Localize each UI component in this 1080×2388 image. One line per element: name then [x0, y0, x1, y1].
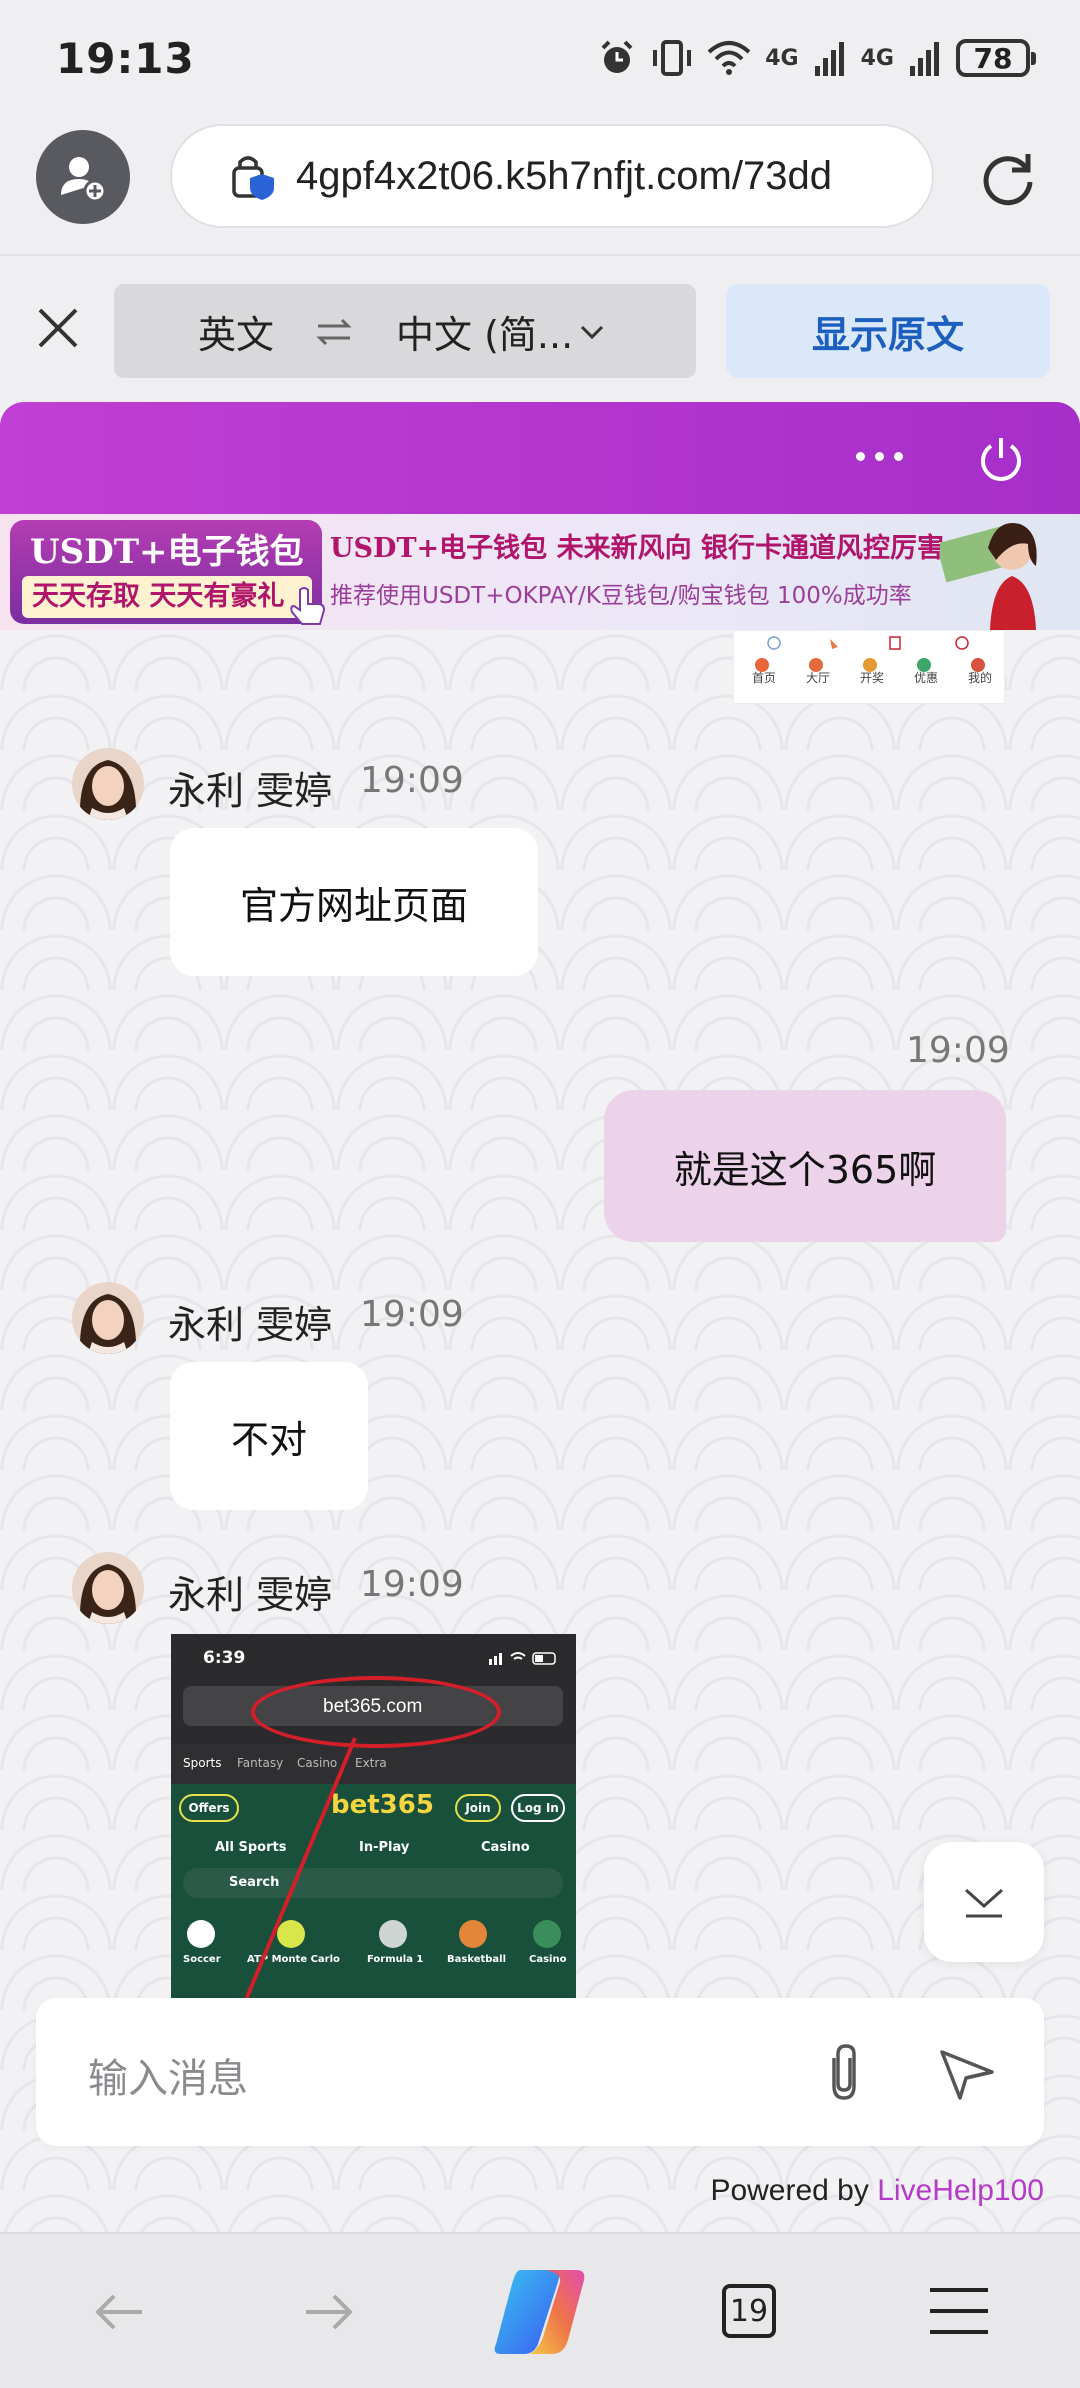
scroll-to-bottom-button[interactable]: [924, 1842, 1044, 1962]
battery-indicator: 78: [956, 39, 1036, 77]
avatar[interactable]: [72, 748, 144, 820]
message-input[interactable]: 输入消息: [36, 1998, 1044, 2146]
source-language[interactable]: 英文: [198, 304, 274, 359]
message-time: 19:09: [906, 1030, 1010, 1071]
url-field[interactable]: 4gpf4x2t06.k5h7nfjt.com/73dd: [170, 124, 934, 228]
mini-nav-item: 我的: [968, 671, 993, 685]
forward-arrow-icon[interactable]: [300, 2284, 356, 2340]
add-profile-icon: [61, 157, 107, 203]
back-arrow-icon[interactable]: [92, 2284, 148, 2340]
show-original-button[interactable]: 显示原文: [726, 284, 1050, 378]
avatar[interactable]: [72, 1282, 144, 1354]
status-bar: 19:13 4G 4G 78: [0, 0, 1080, 118]
mini-nav-item: 优惠: [914, 671, 939, 685]
network-type-1: 4G: [765, 45, 799, 71]
url-text[interactable]: 4gpf4x2t06.k5h7nfjt.com/73dd: [296, 154, 832, 199]
sender-name: 永利 雯婷: [168, 769, 333, 813]
chevron-down-icon[interactable]: [578, 318, 606, 346]
sender-name: 永利 雯婷: [168, 1573, 333, 1617]
message-time: 19:09: [360, 1564, 464, 1605]
banner-model-image: [940, 523, 1037, 630]
banner-left-line2: 天天存取 天天有豪礼: [22, 576, 312, 618]
chat-messages[interactable]: 首页 大厅 开奖 优惠 我的 永利 雯婷 19:09 官方网址页面 19:09 …: [0, 630, 1080, 2232]
browser-address-bar: 4gpf4x2t06.k5h7nfjt.com/73dd: [0, 118, 1080, 254]
site-lock-icon[interactable]: [228, 150, 280, 202]
banner-right-line2: 推荐使用USDT+OKPAY/K豆钱包/购宝钱包 100%成功率: [330, 583, 912, 609]
red-line-annotation: [243, 1737, 357, 2002]
power-icon[interactable]: [974, 432, 1028, 486]
image-message[interactable]: 6:39 bet365.com Sports Fantasy Casino Ex…: [171, 1634, 576, 2002]
mini-nav-preview: 首页 大厅 开奖 优惠 我的: [733, 630, 1005, 704]
message-time: 19:09: [360, 760, 464, 801]
hand-pointer-icon: [290, 587, 326, 625]
mini-nav-item: 首页: [752, 671, 777, 685]
target-language[interactable]: 中文 (简...: [396, 304, 573, 359]
mini-nav-item: 开奖: [860, 671, 885, 685]
incoming-message: 不对: [170, 1362, 368, 1510]
alarm-icon: [601, 40, 633, 73]
battery-level: 78: [973, 41, 1013, 75]
tab-switcher-button[interactable]: 19: [722, 2284, 776, 2338]
incoming-message: 官方网址页面: [170, 828, 538, 976]
outgoing-message: 就是这个365啊: [604, 1090, 1006, 1242]
status-time: 19:13: [56, 34, 195, 83]
powered-prefix: Powered by: [710, 2174, 878, 2207]
vibrate-icon: [653, 40, 692, 76]
more-options-icon[interactable]: [856, 452, 903, 461]
avatar[interactable]: [72, 1552, 144, 1624]
chat-header: [0, 402, 1080, 514]
banner-left-box: USDT+电子钱包 天天存取 天天有豪礼: [10, 520, 322, 624]
message-time: 19:09: [360, 1294, 464, 1335]
translate-bar: 英文 中文 (简... 显示原文: [0, 254, 1080, 402]
status-icons: 4G 4G 78: [597, 34, 1036, 82]
banner-right-line1: USDT+电子钱包 未来新风向 银行卡通道风控厉害: [330, 533, 944, 564]
copilot-icon[interactable]: [490, 2264, 590, 2358]
livehelp-link[interactable]: LiveHelp100: [877, 2174, 1044, 2207]
signal-icon: [814, 42, 844, 76]
ad-banner[interactable]: USDT+电子钱包 天天存取 天天有豪礼 USDT+电子钱包 未来新风向 银行卡…: [0, 514, 1080, 630]
send-icon[interactable]: [936, 2042, 998, 2104]
reload-icon[interactable]: [976, 146, 1040, 210]
sender-name: 永利 雯婷: [168, 1303, 333, 1347]
menu-icon[interactable]: [928, 2286, 990, 2336]
powered-by: Powered by LiveHelp100: [710, 2174, 1044, 2208]
signal-icon: [910, 42, 939, 76]
swap-icon[interactable]: [314, 312, 354, 352]
profile-button[interactable]: [36, 130, 130, 224]
language-selector[interactable]: 英文 中文 (简...: [114, 284, 696, 378]
tab-count: 19: [729, 2293, 769, 2329]
wifi-icon: [707, 41, 751, 75]
browser-bottom-nav: 19: [0, 2232, 1080, 2388]
message-input-placeholder[interactable]: 输入消息: [88, 2046, 248, 2104]
mini-nav-item: 大厅: [806, 671, 831, 685]
close-icon[interactable]: [34, 304, 82, 352]
banner-left-line1: USDT+电子钱包: [30, 532, 304, 572]
network-type-2: 4G: [860, 45, 894, 71]
chevron-down-icon: [965, 1888, 1003, 1918]
paperclip-icon[interactable]: [814, 2040, 874, 2106]
